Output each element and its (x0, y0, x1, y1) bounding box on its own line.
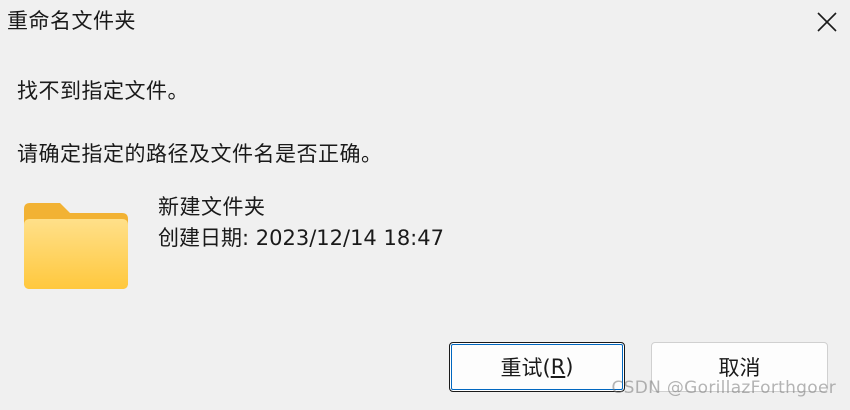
retry-mnemonic: R (550, 355, 566, 379)
file-created-date: 创建日期: 2023/12/14 18:47 (158, 226, 444, 250)
retry-label-suffix: ) (565, 355, 574, 379)
close-icon (817, 12, 837, 32)
folder-icon (24, 203, 128, 289)
hint-message: 请确定指定的路径及文件名是否正确。 (17, 142, 383, 166)
file-name: 新建文件夹 (158, 195, 266, 219)
window-title: 重命名文件夹 (7, 9, 136, 33)
close-button[interactable] (804, 0, 850, 44)
retry-label-prefix: 重试( (500, 356, 551, 380)
watermark: CSDN @GorillazForthgoer (611, 378, 836, 398)
error-message: 找不到指定文件。 (17, 79, 189, 103)
retry-button[interactable]: 重试(R) (449, 342, 625, 392)
title-bar: 重命名文件夹 (0, 0, 850, 44)
